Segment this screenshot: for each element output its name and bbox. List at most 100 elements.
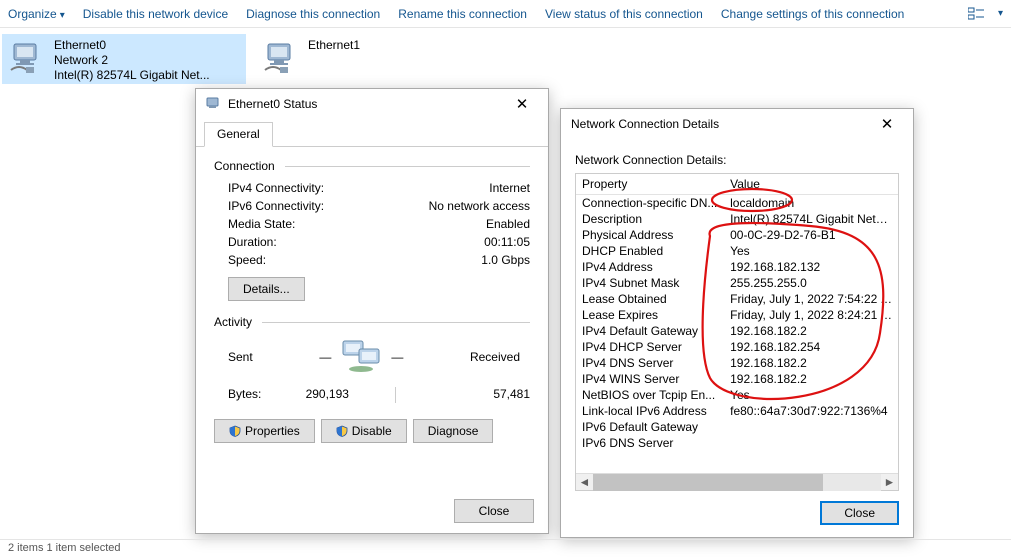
- table-row[interactable]: Lease ObtainedFriday, July 1, 2022 7:54:…: [576, 291, 898, 307]
- property-cell: DHCP Enabled: [576, 243, 724, 259]
- network-adapter-icon: [8, 38, 48, 78]
- scroll-right-icon[interactable]: ►: [881, 474, 898, 491]
- command-bar: Organize▾ Disable this network device Di…: [0, 0, 1011, 28]
- adapter-name: Ethernet1: [308, 38, 360, 53]
- table-row[interactable]: IPv4 DNS Server192.168.182.2: [576, 355, 898, 371]
- group-connection-label: Connection: [214, 159, 275, 173]
- table-row[interactable]: DescriptionIntel(R) 82574L Gigabit Netwo…: [576, 211, 898, 227]
- view-options-icon[interactable]: [967, 5, 985, 23]
- property-cell: IPv6 Default Gateway: [576, 419, 724, 435]
- dash-icon: —: [319, 350, 331, 364]
- disable-device-link[interactable]: Disable this network device: [83, 7, 228, 21]
- ipv6-connectivity-label: IPv6 Connectivity:: [228, 199, 324, 213]
- bytes-sent-value: 290,193: [261, 387, 393, 403]
- duration-value: 00:11:05: [484, 235, 530, 249]
- property-cell: NetBIOS over Tcpip En...: [576, 387, 724, 403]
- table-row[interactable]: DHCP EnabledYes: [576, 243, 898, 259]
- table-row[interactable]: IPv4 Default Gateway192.168.182.2: [576, 323, 898, 339]
- adapter-network: Network 2: [54, 53, 210, 68]
- value-cell: fe80::64a7:30d7:922:7136%4: [724, 403, 898, 419]
- property-cell: Link-local IPv6 Address: [576, 403, 724, 419]
- properties-button[interactable]: Properties: [214, 419, 315, 443]
- ipv4-connectivity-label: IPv4 Connectivity:: [228, 181, 324, 195]
- value-cell: Friday, July 1, 2022 7:54:22 AM: [724, 291, 898, 307]
- status-dialog: Ethernet0 Status ✕ General Connection IP…: [195, 88, 549, 534]
- close-button[interactable]: Close: [454, 499, 534, 523]
- property-cell: IPv4 Default Gateway: [576, 323, 724, 339]
- adapter-device: Intel(R) 82574L Gigabit Net...: [54, 68, 210, 83]
- value-cell: Yes: [724, 387, 898, 403]
- scroll-thumb[interactable]: [593, 474, 823, 491]
- horizontal-scrollbar[interactable]: ◄ ►: [576, 473, 898, 490]
- table-row[interactable]: Lease ExpiresFriday, July 1, 2022 8:24:2…: [576, 307, 898, 323]
- speed-value: 1.0 Gbps: [481, 253, 530, 267]
- property-cell: IPv6 DNS Server: [576, 435, 724, 451]
- col-value[interactable]: Value: [724, 174, 898, 195]
- organize-menu[interactable]: Organize▾: [8, 7, 65, 21]
- value-cell: 192.168.182.2: [724, 371, 898, 387]
- value-cell: Yes: [724, 243, 898, 259]
- property-cell: IPv4 WINS Server: [576, 371, 724, 387]
- change-settings-link[interactable]: Change settings of this connection: [721, 7, 904, 21]
- col-property[interactable]: Property: [576, 174, 724, 195]
- shield-icon: [229, 425, 241, 437]
- network-adapter-icon: [262, 38, 302, 78]
- adapter-item-ethernet0[interactable]: Ethernet0 Network 2 Intel(R) 82574L Giga…: [2, 34, 246, 84]
- chevron-down-icon[interactable]: ▾: [998, 8, 1003, 19]
- dialog-titlebar[interactable]: Network Connection Details ✕: [561, 109, 913, 139]
- dialog-titlebar[interactable]: Ethernet0 Status ✕: [196, 89, 548, 119]
- dialog-title: Ethernet0 Status: [228, 97, 502, 111]
- details-label: Network Connection Details:: [575, 153, 899, 167]
- table-row[interactable]: IPv4 Address192.168.182.132: [576, 259, 898, 275]
- diagnose-button[interactable]: Diagnose: [413, 419, 494, 443]
- property-cell: Lease Obtained: [576, 291, 724, 307]
- group-activity-label: Activity: [214, 315, 252, 329]
- property-cell: Connection-specific DN...: [576, 195, 724, 212]
- table-row[interactable]: Physical Address00-0C-29-D2-76-B1: [576, 227, 898, 243]
- media-state-label: Media State:: [228, 217, 295, 231]
- details-button[interactable]: Details...: [228, 277, 305, 301]
- table-row[interactable]: IPv6 Default Gateway: [576, 419, 898, 435]
- status-bar: 2 items 1 item selected: [0, 539, 1011, 557]
- tab-general[interactable]: General: [204, 122, 273, 147]
- value-cell: 192.168.182.254: [724, 339, 898, 355]
- media-state-value: Enabled: [486, 217, 530, 231]
- property-cell: Physical Address: [576, 227, 724, 243]
- view-status-link[interactable]: View status of this connection: [545, 7, 703, 21]
- value-cell: 192.168.182.2: [724, 323, 898, 339]
- table-row[interactable]: IPv6 DNS Server: [576, 435, 898, 451]
- adapter-item-ethernet1[interactable]: Ethernet1: [256, 34, 500, 84]
- bytes-received-value: 57,481: [398, 387, 530, 403]
- table-row[interactable]: NetBIOS over Tcpip En...Yes: [576, 387, 898, 403]
- value-cell: Intel(R) 82574L Gigabit Network Connect: [724, 211, 898, 227]
- rename-link[interactable]: Rename this connection: [398, 7, 527, 21]
- property-cell: Lease Expires: [576, 307, 724, 323]
- scroll-left-icon[interactable]: ◄: [576, 474, 593, 491]
- value-cell: 192.168.182.2: [724, 355, 898, 371]
- close-icon[interactable]: ✕: [867, 113, 907, 135]
- value-cell: 192.168.182.132: [724, 259, 898, 275]
- table-row[interactable]: Link-local IPv6 Addressfe80::64a7:30d7:9…: [576, 403, 898, 419]
- property-cell: IPv4 Subnet Mask: [576, 275, 724, 291]
- value-cell: 255.255.255.0: [724, 275, 898, 291]
- table-row[interactable]: IPv4 Subnet Mask255.255.255.0: [576, 275, 898, 291]
- duration-label: Duration:: [228, 235, 277, 249]
- ipv6-connectivity-value: No network access: [429, 199, 530, 213]
- close-icon[interactable]: ✕: [502, 93, 542, 115]
- adapter-list: Ethernet0 Network 2 Intel(R) 82574L Giga…: [0, 28, 1011, 539]
- disable-button[interactable]: Disable: [321, 419, 407, 443]
- received-label: Received: [470, 350, 520, 364]
- table-row[interactable]: IPv4 DHCP Server192.168.182.254: [576, 339, 898, 355]
- table-row[interactable]: Connection-specific DN...localdomain: [576, 195, 898, 212]
- value-cell: [724, 419, 898, 435]
- dialog-title: Network Connection Details: [571, 117, 867, 131]
- table-row[interactable]: IPv4 WINS Server192.168.182.2: [576, 371, 898, 387]
- diagnose-link[interactable]: Diagnose this connection: [246, 7, 380, 21]
- close-button[interactable]: Close: [820, 501, 899, 525]
- property-cell: IPv4 Address: [576, 259, 724, 275]
- chevron-down-icon: ▾: [60, 10, 65, 21]
- sent-label: Sent: [228, 350, 253, 364]
- property-cell: Description: [576, 211, 724, 227]
- bytes-label: Bytes:: [228, 387, 261, 403]
- value-cell: 00-0C-29-D2-76-B1: [724, 227, 898, 243]
